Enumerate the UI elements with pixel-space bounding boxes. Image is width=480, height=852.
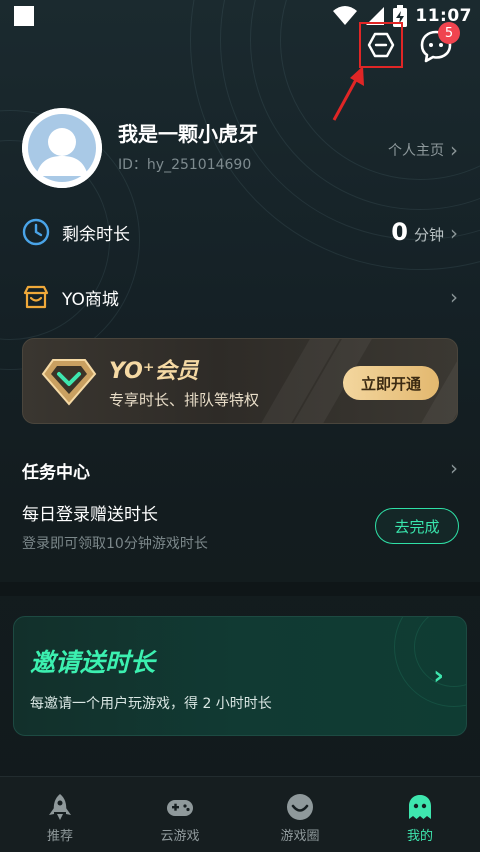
invite-banner[interactable]: 邀请送时长 每邀请一个用户玩游戏，得 2 小时时长 › [13, 616, 467, 736]
nav-label: 游戏圈 [280, 829, 320, 844]
remaining-time-label: 剩余时长 [62, 224, 130, 245]
homepage-link[interactable]: 个人主页 › [388, 138, 458, 162]
nav-label: 云游戏 [160, 829, 200, 844]
ghost-icon [409, 795, 431, 819]
avatar[interactable] [22, 108, 102, 188]
nav-label: 推荐 [46, 829, 73, 844]
vip-subtitle: 专享时长、排队等特权 [109, 391, 260, 409]
bottom-navigation: 推荐 云游戏 游戏圈 我的 [0, 776, 480, 852]
notification-app-icon [14, 6, 34, 26]
clock-icon [22, 218, 50, 246]
complete-task-button[interactable]: 去完成 [375, 508, 459, 544]
store-icon [23, 285, 49, 309]
annotation-arrow [332, 66, 364, 121]
task-name: 每日登录赠送时长 [22, 505, 158, 525]
nav-label: 我的 [406, 829, 433, 844]
task-center-title[interactable]: 任务中心 [22, 458, 90, 483]
vip-title: YO⁺会员 [109, 359, 199, 384]
task-description: 登录即可领取10分钟游戏时长 [22, 536, 208, 552]
notification-badge: 5 [438, 22, 460, 44]
remaining-time-unit: 分钟 [413, 226, 444, 244]
gamepad-icon [167, 800, 193, 816]
invite-subtitle: 每邀请一个用户玩游戏，得 2 小时时长 [30, 696, 272, 712]
chevron-right-icon[interactable]: › [450, 456, 458, 480]
user-id: ID：hy_251014690 [118, 157, 252, 173]
rocket-icon [49, 794, 71, 820]
default-avatar-icon [22, 108, 102, 188]
hexagon-minus-icon [367, 32, 395, 58]
homepage-label: 个人主页 [388, 143, 444, 159]
remaining-time-row[interactable]: 剩余时长 0 分钟 › [0, 208, 480, 256]
smile-icon [287, 794, 313, 820]
diamond-badge-icon [41, 359, 97, 406]
nav-tab-game-circle[interactable]: 游戏圈 [240, 777, 360, 852]
remaining-time-value: 0 [391, 218, 408, 246]
chevron-right-icon: › [450, 285, 458, 309]
nav-tab-mine[interactable]: 我的 [360, 777, 480, 852]
shop-row[interactable]: YO商城 › [0, 273, 480, 321]
status-bar: 11:07 [0, 0, 480, 32]
nav-tab-cloud-games[interactable]: 云游戏 [120, 777, 240, 852]
chevron-right-icon: › [433, 661, 444, 691]
invite-title: 邀请送时长 [30, 648, 156, 677]
section-divider [0, 582, 480, 596]
vip-membership-card[interactable]: YO⁺会员 专享时长、排队等特权 立即开通 [22, 338, 458, 424]
chevron-right-icon: › [450, 221, 458, 245]
nav-tab-recommend[interactable]: 推荐 [0, 777, 120, 852]
open-vip-button[interactable]: 立即开通 [343, 366, 439, 400]
wifi-icon [333, 6, 358, 25]
username: 我是一颗小虎牙 [118, 122, 258, 146]
chevron-right-icon: › [450, 138, 458, 162]
scan-button[interactable] [359, 22, 403, 68]
shop-label: YO商城 [62, 289, 119, 310]
